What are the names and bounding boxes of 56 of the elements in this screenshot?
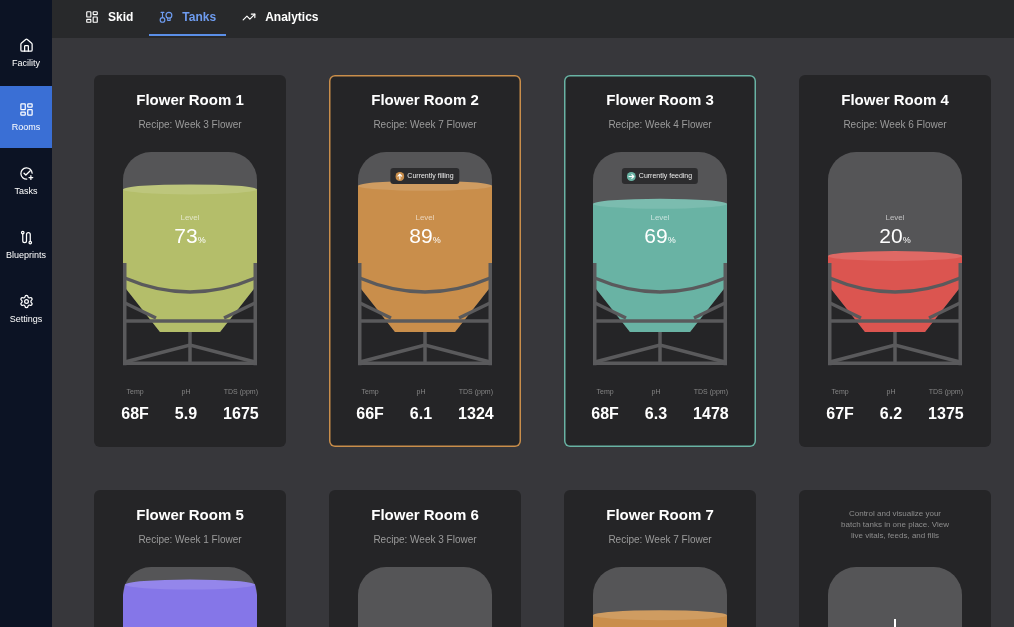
nav-tab[interactable]: Tanks [149,0,227,36]
bulbs-icon [159,10,174,24]
stat-value: 67F [826,404,854,424]
sidebar-item[interactable]: Settings [0,278,52,340]
stat-value: 1375 [928,404,964,424]
card-title: Flower Room 6 [371,506,479,524]
level-reading: 20% [879,225,911,249]
level-label: Level [885,213,905,222]
stat-value: 1478 [693,404,729,424]
nav-tab[interactable]: Analytics [232,0,329,36]
up-arrow-icon [395,171,405,181]
stat-value: 68F [591,404,619,424]
sidebar-item[interactable]: Rooms [0,86,52,148]
card-title: Flower Room 4 [841,91,949,109]
stat-value: 66F [356,404,384,424]
home-icon [18,38,34,53]
recipe-label: Recipe: Week 4 Flower [608,119,712,131]
stat-value: 6.3 [644,404,668,424]
tank-card[interactable]: Flower Room 7 Recipe: Week 7 Flower [564,490,756,627]
card-title: Flower Room 3 [606,91,714,109]
dashboard-icon [85,10,99,24]
line-icon [894,619,896,627]
level-reading: 89% [409,225,441,249]
sidebar-item[interactable]: Tasks [0,150,52,212]
check-plus-icon [18,166,34,181]
tank-card[interactable]: Flower Room 6 Recipe: Week 3 Flower [329,490,521,627]
card-title: Flower Room 5 [136,506,244,524]
stat-value: 5.9 [174,404,198,424]
info-text: Control and visualize your batch tanks in one place. View live vitals, feeds, and fills [840,508,950,541]
card-title: Flower Room 1 [136,91,244,109]
level-reading: 69% [644,225,676,249]
card-title: Flower Room 7 [606,506,714,524]
recipe-label: Recipe: Week 6 Flower [843,119,947,131]
level-label: Level [650,213,670,222]
sidebar-item[interactable]: Blueprints [0,214,52,276]
level-reading: 73% [174,225,206,249]
level-label: Level [180,213,200,222]
stat-value: 1675 [223,404,259,424]
sidebar-item[interactable]: Facility [0,22,52,84]
recipe-label: Recipe: Week 3 Flower [138,119,242,131]
nav-tab[interactable]: Skid [75,0,144,36]
recipe-label: Recipe: Week 3 Flower [373,534,477,546]
recipe-label: Recipe: Week 7 Flower [373,119,477,131]
stat-value: 6.1 [409,404,433,424]
card-title: Flower Room 2 [371,91,479,109]
level-label: Level [415,213,435,222]
stat-value: 68F [121,404,149,424]
recipe-label: Recipe: Week 7 Flower [608,534,712,546]
recipe-label: Recipe: Week 1 Flower [138,534,242,546]
tank-card[interactable]: Flower Room 5 Recipe: Week 1 Flower [94,490,286,627]
right-arrow-icon [626,171,636,181]
settings-icon [18,294,34,309]
stat-value: 1324 [458,404,494,424]
dashboard-icon [18,102,34,117]
stat-value: 6.2 [879,404,903,424]
route-icon [18,230,34,245]
